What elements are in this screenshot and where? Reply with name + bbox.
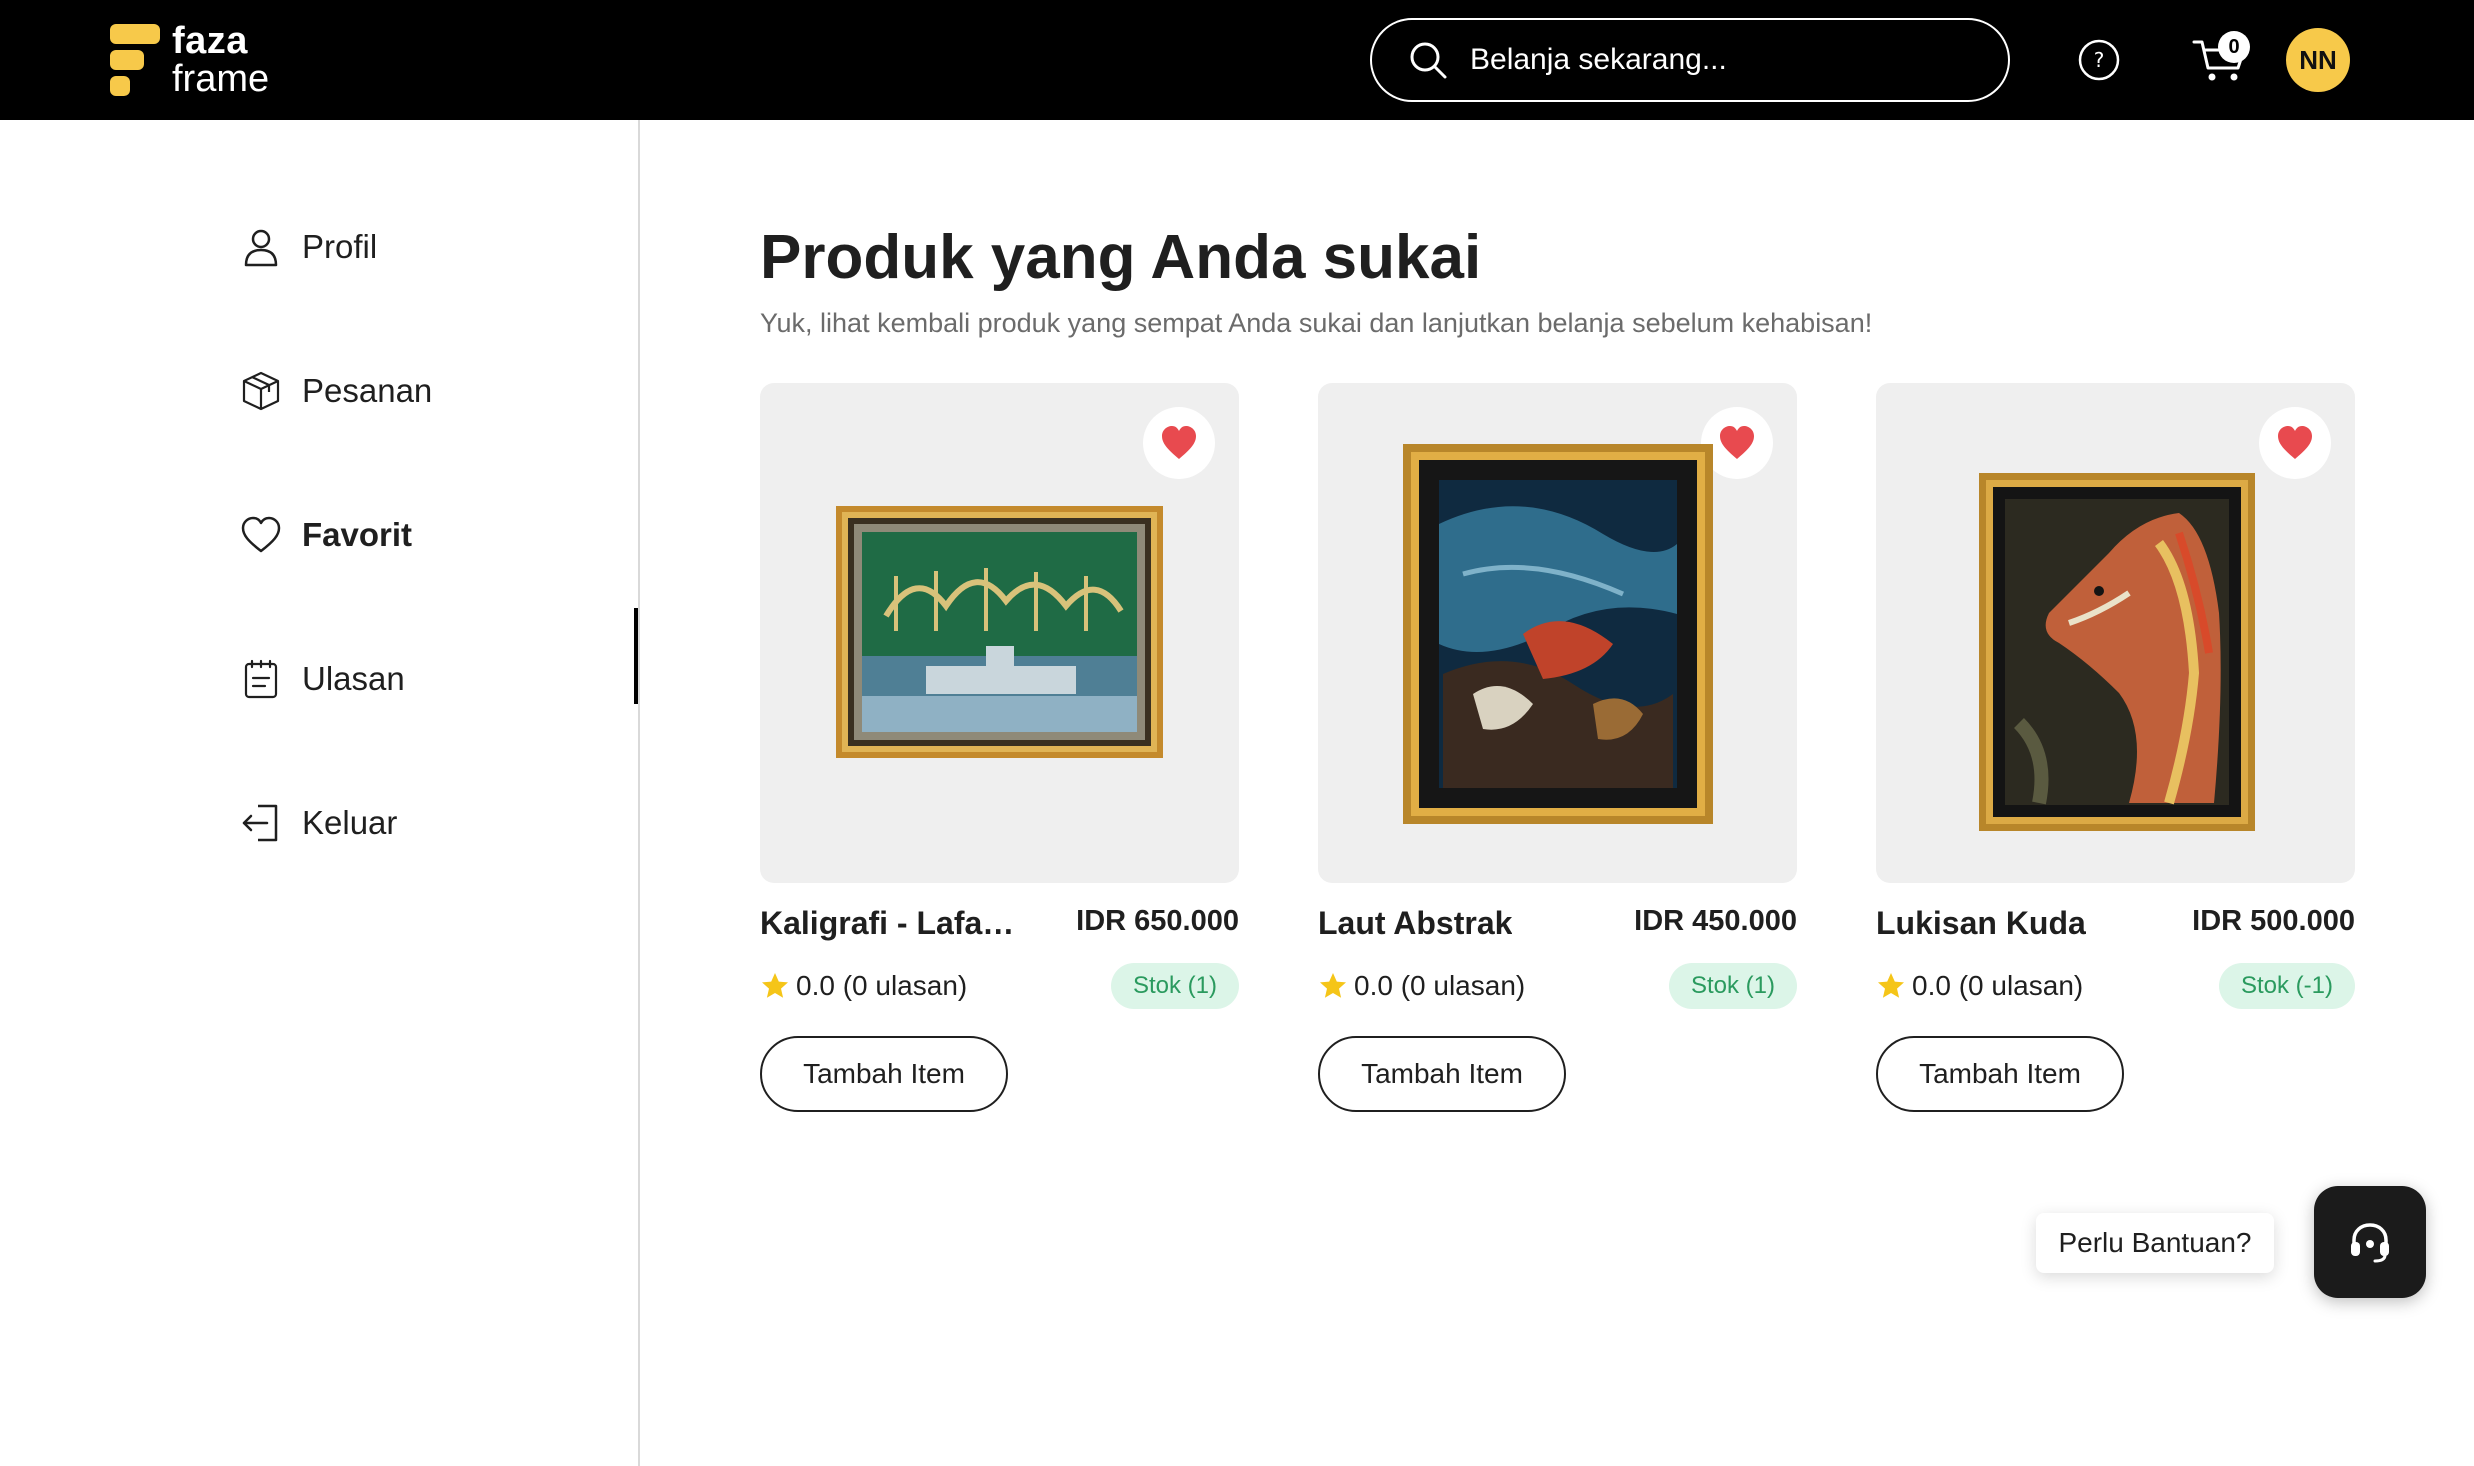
logo-line-1: faza bbox=[172, 20, 248, 62]
add-item-button[interactable]: Tambah Item bbox=[760, 1036, 1008, 1112]
sidebar-item-label: Favorit bbox=[302, 516, 413, 553]
search-icon bbox=[1410, 42, 1447, 79]
brand-logo[interactable]: faza frame bbox=[110, 22, 269, 98]
product-image-calligraphy bbox=[836, 506, 1163, 758]
heart-filled-icon bbox=[1720, 426, 1754, 459]
sidebar-item-label: Keluar bbox=[302, 804, 398, 841]
add-item-button[interactable]: Tambah Item bbox=[1876, 1036, 2124, 1112]
page-subtitle: Yuk, lihat kembali produk yang sempat An… bbox=[760, 308, 1873, 338]
product-card[interactable]: Lukisan Kuda IDR 500.000 0.0 (0 ulasan) … bbox=[1876, 383, 2355, 1112]
search-bar[interactable] bbox=[1370, 18, 2010, 102]
user-icon bbox=[244, 229, 278, 267]
rating-text: 0.0 (0 ulasan) bbox=[796, 970, 968, 1001]
svg-text:?: ? bbox=[2094, 48, 2105, 72]
star-icon bbox=[1878, 973, 1904, 998]
heart-filled-icon bbox=[1162, 426, 1196, 459]
heart-icon bbox=[241, 516, 281, 553]
product-image-area[interactable] bbox=[1318, 383, 1797, 883]
active-indicator bbox=[634, 608, 638, 704]
product-name[interactable]: Laut Abstrak bbox=[1318, 905, 1512, 942]
logo-text: faza frame bbox=[172, 22, 269, 98]
help-label[interactable]: Perlu Bantuan? bbox=[2036, 1213, 2274, 1273]
heart-filled-icon bbox=[2278, 426, 2312, 459]
sidebar-item-profil[interactable]: Profil bbox=[240, 217, 377, 277]
search-input[interactable] bbox=[1470, 43, 1970, 77]
cart-count-badge: 0 bbox=[2218, 31, 2250, 63]
product-image-abstract bbox=[1403, 444, 1713, 824]
avatar[interactable]: NN bbox=[2286, 28, 2350, 92]
sidebar-item-favorit[interactable]: Favorit bbox=[240, 505, 412, 565]
sidebar-item-label: Profil bbox=[302, 228, 378, 265]
favorite-button[interactable] bbox=[2259, 407, 2331, 479]
rating-text: 0.0 (0 ulasan) bbox=[1912, 970, 2084, 1001]
product-image-horse bbox=[1979, 473, 2255, 831]
sidebar-item-pesanan[interactable]: Pesanan bbox=[240, 361, 432, 421]
stock-badge: Stok (1) bbox=[1110, 963, 1239, 1009]
product-rating: 0.0 (0 ulasan) bbox=[1876, 970, 2083, 1002]
help-icon[interactable]: ? bbox=[2077, 38, 2121, 82]
product-name[interactable]: Kaligrafi - Lafaz ... bbox=[760, 905, 1030, 942]
add-item-button[interactable]: Tambah Item bbox=[1318, 1036, 1566, 1112]
logout-icon bbox=[242, 804, 278, 842]
logo-mark-icon bbox=[110, 24, 160, 96]
product-card[interactable]: Laut Abstrak IDR 450.000 0.0 (0 ulasan) … bbox=[1318, 383, 1797, 1112]
product-name[interactable]: Lukisan Kuda bbox=[1876, 905, 2086, 942]
favorite-button[interactable] bbox=[1143, 407, 1215, 479]
product-rating: 0.0 (0 ulasan) bbox=[1318, 970, 1525, 1002]
sidebar-item-keluar[interactable]: Keluar bbox=[240, 793, 397, 853]
sidebar-item-ulasan[interactable]: Ulasan bbox=[240, 649, 405, 709]
logo-line-2: frame bbox=[172, 58, 270, 100]
page-title: Produk yang Anda sukai bbox=[760, 223, 1482, 292]
product-rating: 0.0 (0 ulasan) bbox=[760, 970, 967, 1002]
star-icon bbox=[762, 973, 788, 998]
clipboard-icon bbox=[244, 659, 278, 699]
product-card[interactable]: Kaligrafi - Lafaz ... IDR 650.000 0.0 (0… bbox=[760, 383, 1239, 1112]
help-chat-button[interactable] bbox=[2314, 1186, 2426, 1298]
product-price: IDR 500.000 bbox=[2192, 905, 2355, 937]
sidebar-item-label: Ulasan bbox=[302, 660, 405, 697]
headset-icon bbox=[2351, 1223, 2389, 1263]
stock-badge: Stok (-1) bbox=[2218, 963, 2355, 1009]
top-navbar: faza frame ? 0 NN bbox=[0, 0, 2474, 120]
sidebar-item-label: Pesanan bbox=[302, 372, 433, 409]
rating-text: 0.0 (0 ulasan) bbox=[1354, 970, 1526, 1001]
product-price: IDR 650.000 bbox=[1076, 905, 1239, 937]
product-image-area[interactable] bbox=[760, 383, 1239, 883]
sidebar: Profil Pesanan Favorit Ulasan Keluar bbox=[0, 120, 640, 1466]
product-price: IDR 450.000 bbox=[1634, 905, 1797, 937]
star-icon bbox=[1320, 973, 1346, 998]
product-image-area[interactable] bbox=[1876, 383, 2355, 883]
box-icon bbox=[242, 371, 280, 411]
stock-badge: Stok (1) bbox=[1668, 963, 1797, 1009]
